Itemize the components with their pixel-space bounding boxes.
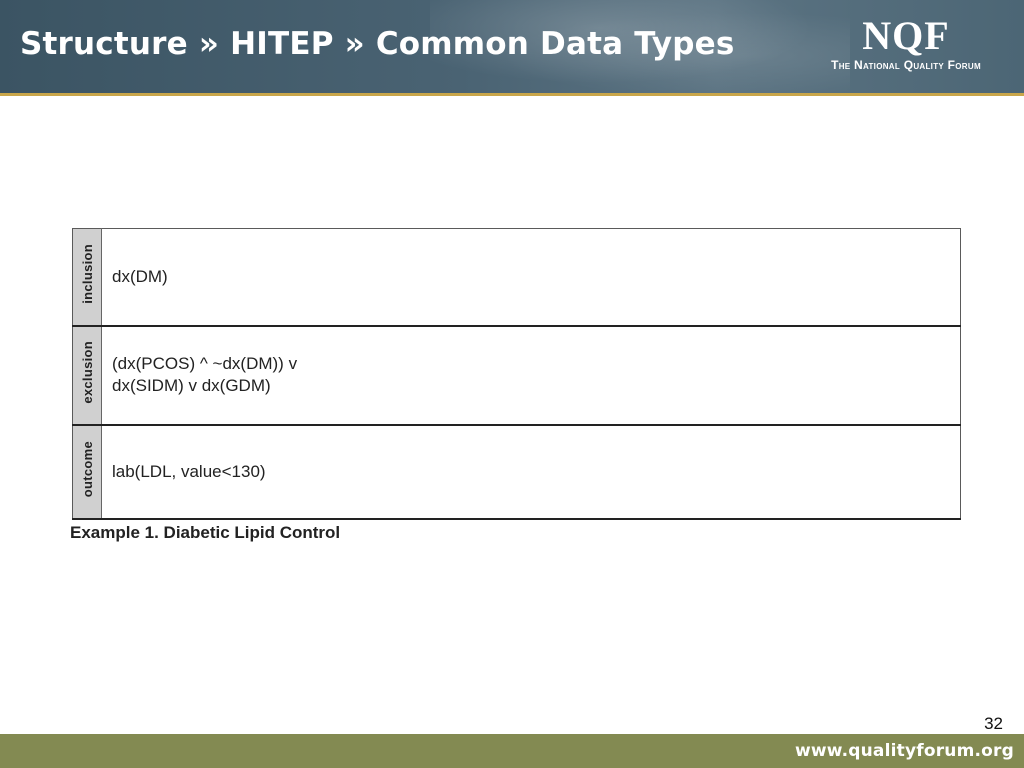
- footer-url: www.qualityforum.org: [794, 741, 1014, 761]
- table-row-exclusion: exclusion (dx(PCOS) ^ ~dx(DM)) v dx(SIDM…: [72, 324, 961, 425]
- outcome-expression: lab(LDL, value<130): [112, 461, 266, 481]
- row-label-cell: exclusion: [72, 324, 102, 425]
- criteria-table: inclusion dx(DM) exclusion (dx(PCOS) ^ ~…: [72, 228, 961, 520]
- table-caption: Example 1. Diabetic Lipid Control: [70, 523, 341, 542]
- slide-title: Structure » HITEP » Common Data Types: [20, 26, 735, 62]
- row-expression-cell: dx(DM): [101, 228, 961, 326]
- logo-mark: NQF: [862, 13, 950, 58]
- nqf-logo: NQF The National Quality Forum: [806, 13, 1006, 73]
- table-row-outcome: outcome lab(LDL, value<130): [72, 423, 961, 520]
- row-label-exclusion: exclusion: [79, 341, 95, 404]
- criteria-table-container: inclusion dx(DM) exclusion (dx(PCOS) ^ ~…: [72, 228, 961, 520]
- row-label-outcome: outcome: [79, 440, 95, 498]
- row-label-cell: outcome: [72, 423, 102, 520]
- header-accent-rule: [0, 93, 1024, 96]
- logo-tagline: The National Quality Forum: [831, 58, 981, 72]
- row-label-cell: inclusion: [72, 228, 102, 326]
- row-expression-cell: lab(LDL, value<130): [101, 423, 961, 520]
- slide-footer: www.qualityforum.org: [0, 734, 1024, 768]
- row-label-inclusion: inclusion: [79, 244, 95, 305]
- exclusion-expression-line-1: (dx(PCOS) ^ ~dx(DM)) v: [112, 353, 298, 373]
- page-number: 32: [984, 714, 1003, 733]
- exclusion-expression-line-2: dx(SIDM) v dx(GDM): [112, 375, 271, 395]
- row-expression-cell: (dx(PCOS) ^ ~dx(DM)) v dx(SIDM) v dx(GDM…: [101, 324, 961, 425]
- table-row-inclusion: inclusion dx(DM): [72, 228, 961, 326]
- inclusion-expression: dx(DM): [112, 266, 168, 286]
- slide-header: Structure » HITEP » Common Data Types NQ…: [0, 0, 1024, 93]
